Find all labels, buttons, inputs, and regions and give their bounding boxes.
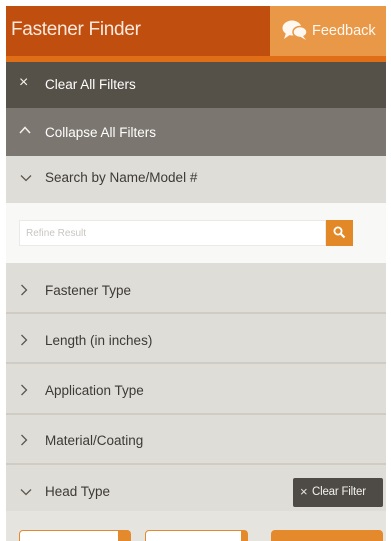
section-label: Fastener Type <box>45 283 132 298</box>
divider <box>6 413 386 415</box>
close-icon: × <box>19 74 29 91</box>
chevron-right-icon <box>21 434 28 446</box>
count-badge <box>241 531 247 541</box>
divider <box>6 463 386 465</box>
chevron-right-icon <box>21 384 28 396</box>
chevron-down-icon <box>20 175 32 182</box>
chevron-up-icon <box>19 126 31 134</box>
section-label: Length (in inches) <box>45 333 153 348</box>
section-material-coating[interactable]: Material/Coating <box>6 421 386 461</box>
search-icon <box>333 226 346 239</box>
chevron-right-icon <box>21 334 28 346</box>
section-length[interactable]: Length (in inches) <box>6 321 386 361</box>
head-type-options <box>6 511 386 541</box>
search-button[interactable] <box>326 220 353 246</box>
section-label: Head Type <box>45 484 111 499</box>
section-label: Application Type <box>45 383 144 398</box>
head-type-option[interactable] <box>19 530 131 541</box>
divider <box>6 312 386 314</box>
chat-bubbles-icon <box>282 20 308 40</box>
page-title: Fastener Finder <box>11 19 141 40</box>
collapse-all-filters-label: Collapse All Filters <box>45 125 157 140</box>
feedback-label: Feedback <box>312 23 376 39</box>
chevron-right-icon <box>21 284 28 296</box>
section-label: Search by Name/Model # <box>45 170 198 185</box>
clear-filter-label: Clear Filter <box>312 486 366 498</box>
feedback-button[interactable]: Feedback <box>270 6 386 56</box>
section-search-by-name[interactable]: Search by Name/Model # <box>6 158 386 198</box>
clear-all-filters-button[interactable]: × Clear All Filters <box>6 62 386 108</box>
search-area <box>6 203 386 263</box>
chevron-down-icon <box>20 489 32 496</box>
section-label: Material/Coating <box>45 433 144 448</box>
clear-filter-button[interactable]: × Clear Filter <box>293 478 383 507</box>
count-badge <box>118 531 130 541</box>
search-input[interactable] <box>19 220 326 246</box>
divider <box>6 362 386 364</box>
header: Fastener Finder Feedback <box>6 6 386 56</box>
section-application-type[interactable]: Application Type <box>6 371 386 411</box>
close-icon: × <box>300 484 308 499</box>
section-fastener-type[interactable]: Fastener Type <box>6 271 386 311</box>
clear-all-filters-label: Clear All Filters <box>45 77 136 92</box>
collapse-all-filters-button[interactable]: Collapse All Filters <box>6 108 386 156</box>
fastener-finder-panel: Fastener Finder Feedback × Clear All Fil… <box>6 6 386 541</box>
head-type-option[interactable] <box>145 530 248 541</box>
head-type-option[interactable] <box>271 530 383 541</box>
